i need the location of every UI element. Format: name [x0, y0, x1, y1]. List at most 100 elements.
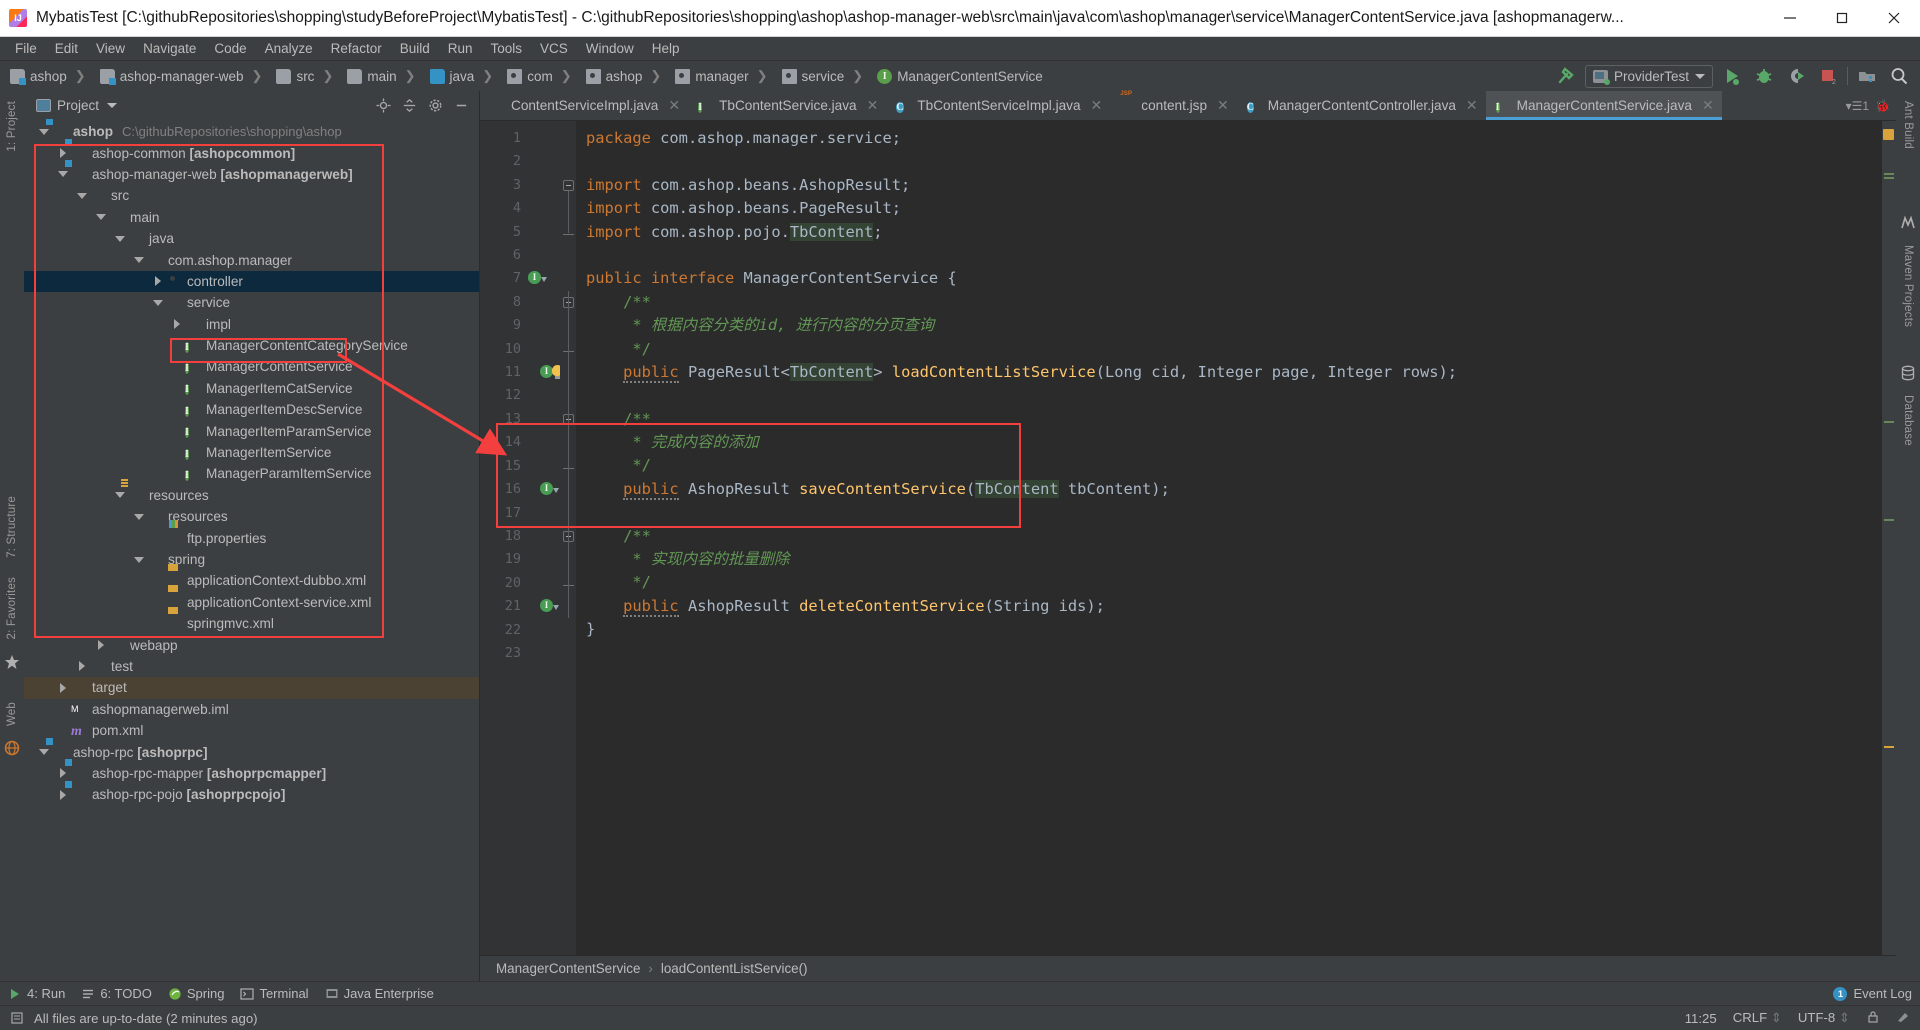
menu-file[interactable]: File [6, 39, 46, 58]
code-line-9[interactable]: * 根据内容分类的id, 进行内容的分页查询 [576, 314, 1882, 337]
debug-bug-icon[interactable]: 🐞 [1875, 99, 1890, 113]
tree-node-ashop-rpc-pojo[interactable]: ashop-rpc-pojo [ashoprpcpojo] [24, 784, 479, 805]
tree-node-ashop-rpc[interactable]: ashop-rpc [ashoprpc] [24, 741, 479, 762]
bottom-tab-java-enterprise[interactable]: Java Enterprise [325, 986, 434, 1001]
menu-run[interactable]: Run [439, 39, 482, 58]
implementation-marker-icon[interactable]: I [540, 482, 553, 495]
menu-tools[interactable]: Tools [482, 39, 532, 58]
code-line-17[interactable] [576, 501, 1882, 524]
tree-node-manageritemdescservice[interactable]: I ManagerItemDescService [24, 399, 479, 420]
tree-node-test[interactable]: test [24, 656, 479, 677]
code-line-20[interactable]: */ [576, 571, 1882, 594]
breadcrumb-item-managercontentservice[interactable]: I ManagerContentService [873, 67, 1047, 86]
breadcrumb-item-manager[interactable]: manager ❯ [671, 66, 777, 86]
maven-icon[interactable] [1900, 215, 1916, 231]
menu-analyze[interactable]: Analyze [256, 39, 322, 58]
implementation-arrow-icon[interactable] [553, 488, 559, 493]
implementation-marker-icon[interactable]: I [540, 599, 553, 612]
breadcrumb-item-ashop[interactable]: ashop ❯ [6, 66, 96, 86]
tree-node-pom-xml[interactable]: m pom.xml [24, 720, 479, 741]
breadcrumb-item-main[interactable]: main ❯ [343, 66, 425, 86]
editor-tab-managercontentcontroller-java[interactable]: C ManagerContentController.java ✕ [1236, 91, 1486, 120]
bottom-tab-run[interactable]: 4: Run [8, 986, 65, 1001]
editor-tab-strip[interactable]: ContentServiceImpl.java ✕ I TbContentServic… [480, 91, 1896, 121]
rail-tab-web[interactable]: Web [4, 696, 20, 732]
editor-tab-tbcontentservice-java[interactable]: I TbContentService.java ✕ [688, 91, 887, 120]
editor-tab-content-jsp[interactable]: content.jsp ✕ [1110, 91, 1237, 120]
menu-build[interactable]: Build [391, 39, 439, 58]
tab-list-icon[interactable]: ▾☰1 [1846, 99, 1869, 113]
rail-tab-structure[interactable]: 7: Structure [4, 490, 20, 564]
tree-node-managerparamitemservice[interactable]: I ManagerParamItemService [24, 463, 479, 484]
tree-node-ashopmanagerweb-iml[interactable]: ashopmanagerweb.iml [24, 699, 479, 720]
code-line-18[interactable]: /** [576, 525, 1882, 548]
code-line-2[interactable] [576, 150, 1882, 173]
search-everywhere-button[interactable] [1886, 64, 1912, 88]
status-encoding[interactable]: UTF-8 ⇕ [1798, 1010, 1850, 1026]
rail-tab-project[interactable]: 1: Project [4, 95, 20, 158]
code-folding-column[interactable] [560, 121, 576, 955]
status-line-separator[interactable]: CRLF ⇕ [1733, 1010, 1782, 1026]
gutter-icon-column[interactable]: CIIII [526, 121, 563, 955]
bottom-tab-terminal[interactable]: Terminal [240, 986, 309, 1001]
rail-tab-favorites[interactable]: 2: Favorites [4, 571, 20, 645]
code-content[interactable]: package com.ashop.manager.service; impor… [576, 121, 1882, 955]
close-icon[interactable]: ✕ [668, 97, 680, 114]
collapse-arrow-icon[interactable] [150, 276, 166, 287]
build-hammer-icon[interactable] [1553, 64, 1579, 88]
collapse-arrow-icon[interactable] [169, 319, 185, 330]
tree-node-webapp[interactable]: webapp [24, 634, 479, 655]
breadcrumb-member[interactable]: loadContentListService() [661, 961, 808, 976]
run-button[interactable] [1719, 64, 1745, 88]
code-line-13[interactable]: /** [576, 408, 1882, 431]
tree-node-manageritemservice[interactable]: I ManagerItemService [24, 442, 479, 463]
close-icon[interactable]: ✕ [1466, 97, 1478, 114]
collapse-arrow-icon[interactable] [55, 148, 71, 159]
rail-tab-database[interactable]: Database [1900, 389, 1916, 452]
close-icon[interactable]: ✕ [1091, 97, 1103, 114]
locate-icon[interactable] [373, 95, 393, 115]
expand-arrow-icon[interactable] [74, 192, 90, 199]
status-info-icon[interactable] [10, 1011, 24, 1025]
implementation-marker-icon[interactable]: I [528, 271, 541, 285]
inspection-icon[interactable] [1896, 1010, 1910, 1027]
code-line-15[interactable]: */ [576, 454, 1882, 477]
close-icon[interactable]: ✕ [1702, 97, 1714, 114]
menu-navigate[interactable]: Navigate [134, 39, 205, 58]
tree-node-service[interactable]: service [24, 292, 479, 313]
tree-node-ashop[interactable]: ashop C:\githubRepositories\shopping\asho… [24, 121, 479, 142]
close-icon[interactable]: ✕ [1217, 97, 1229, 114]
tree-node-main[interactable]: main [24, 207, 479, 228]
editor-tab-managercontentservice-java[interactable]: I ManagerContentService.java ✕ [1485, 91, 1722, 120]
menu-code[interactable]: Code [205, 39, 255, 58]
close-button[interactable] [1868, 0, 1920, 37]
tree-node-applicationcontext-dubbo-xml[interactable]: applicationContext-dubbo.xml [24, 570, 479, 591]
expand-arrow-icon[interactable] [131, 556, 147, 563]
editor-tab-tbcontentserviceimpl-java[interactable]: C TbContentServiceImpl.java ✕ [886, 91, 1111, 120]
tree-node-ashop-manager-web[interactable]: ashop-manager-web [ashopmanagerweb] [24, 164, 479, 185]
code-line-14[interactable]: * 完成内容的添加 [576, 431, 1882, 454]
bottom-tab-todo[interactable]: 6: TODO [81, 986, 152, 1001]
code-line-11[interactable]: public PageResult<TbContent> loadContent… [576, 361, 1882, 384]
code-line-23[interactable] [576, 642, 1882, 665]
debug-button[interactable] [1751, 64, 1777, 88]
tree-node-ftp-properties[interactable]: ftp.properties [24, 527, 479, 548]
expand-arrow-icon[interactable] [150, 299, 166, 306]
code-line-8[interactable]: /** [576, 291, 1882, 314]
breadcrumb-item-src[interactable]: src ❯ [272, 66, 343, 86]
code-line-3[interactable]: import com.ashop.beans.AshopResult; [576, 174, 1882, 197]
settings-gear-icon[interactable] [425, 95, 445, 115]
rail-tab-maven-projects[interactable]: Maven Projects [1900, 239, 1916, 333]
expand-arrow-icon[interactable] [36, 749, 52, 756]
code-line-7[interactable]: public interface ManagerContentService { [576, 267, 1882, 290]
collapse-arrow-icon[interactable] [55, 789, 71, 800]
tree-node-ashop-common[interactable]: ashop-common [ashopcommon] [24, 142, 479, 163]
favorites-star-icon[interactable] [4, 654, 20, 670]
tree-node-spring[interactable]: spring [24, 549, 479, 570]
expand-arrow-icon[interactable] [112, 235, 128, 242]
breadcrumb-item-service[interactable]: service ❯ [778, 66, 874, 86]
expand-arrow-icon[interactable] [131, 257, 147, 264]
collapse-all-icon[interactable] [399, 95, 419, 115]
expand-arrow-icon[interactable] [131, 513, 147, 520]
collapse-arrow-icon[interactable] [74, 661, 90, 672]
